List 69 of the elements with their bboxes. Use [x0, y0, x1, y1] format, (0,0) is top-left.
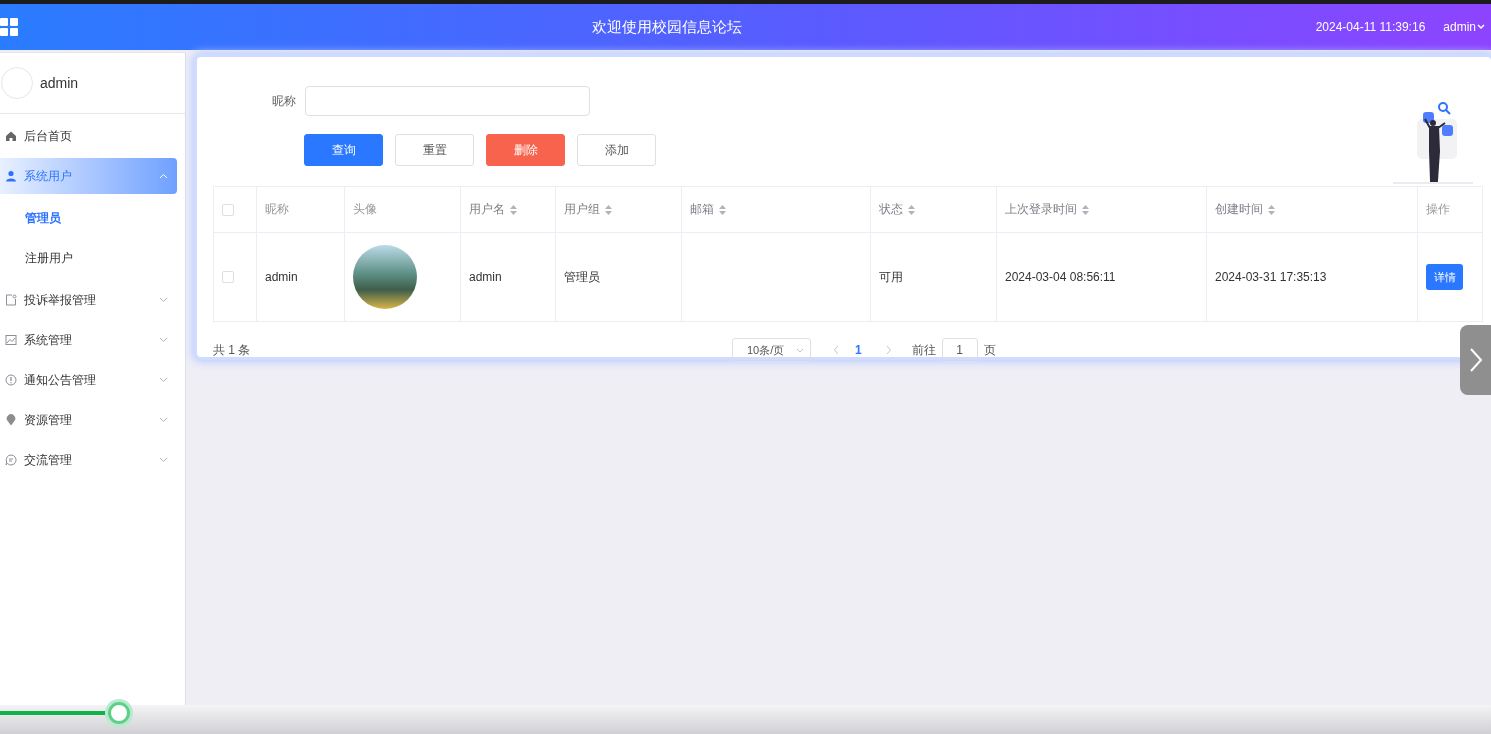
user-menu[interactable]: admin	[1443, 20, 1485, 34]
sort-icon[interactable]	[1268, 204, 1275, 215]
sort-icon[interactable]	[605, 204, 612, 215]
table-cell: 可用	[879, 268, 903, 286]
menu-grid-icon[interactable]	[0, 18, 18, 36]
next-slide-button[interactable]	[1460, 325, 1491, 395]
table-cell: 2024-03-31 17:35:13	[1215, 270, 1327, 284]
action-button[interactable]: 重置	[395, 134, 474, 166]
caret-icon	[1477, 24, 1485, 30]
header-datetime: 2024-04-11 11:39:16	[1315, 20, 1426, 34]
user-icon	[5, 170, 17, 182]
profile-name: admin	[40, 75, 79, 91]
table-cell: 管理员	[564, 268, 600, 286]
sort-icon[interactable]	[719, 204, 726, 215]
column-header[interactable]: 创建时间	[1215, 201, 1263, 218]
column-header[interactable]: 邮箱	[690, 201, 714, 218]
chevron-down-icon	[159, 457, 168, 463]
field-label: 昵称	[272, 92, 296, 110]
page-number[interactable]: 1	[855, 343, 862, 357]
chevron-down-icon	[159, 297, 168, 303]
column-header[interactable]: 状态	[879, 201, 903, 218]
sidebar-item[interactable]: 系统用户	[0, 158, 177, 194]
table-cell: 2024-03-04 08:56:11	[1005, 270, 1116, 284]
goto-label: 前往	[911, 341, 936, 359]
alert-icon	[5, 374, 17, 386]
select-all-checkbox[interactable]	[222, 203, 234, 216]
total-count: 共 1 条	[213, 341, 252, 359]
sort-icon[interactable]	[1082, 204, 1089, 215]
submenu-item[interactable]: 管理员	[0, 198, 185, 238]
sidebar-item[interactable]: 资源管理	[0, 402, 177, 438]
delete-button[interactable]: 删除	[486, 134, 565, 166]
table-cell: admin	[469, 270, 502, 284]
sidebar-item[interactable]: 投诉举报管理	[0, 282, 177, 318]
details-button[interactable]: 详情	[1426, 264, 1463, 290]
column-header[interactable]: 用户名	[469, 201, 505, 218]
page-suffix: 页	[983, 341, 996, 359]
sort-icon[interactable]	[510, 204, 517, 215]
pin-icon	[5, 414, 17, 426]
nickname-input[interactable]	[305, 86, 590, 116]
chat-icon	[5, 454, 17, 466]
table-cell: admin	[265, 270, 298, 284]
row-checkbox[interactable]	[222, 271, 234, 283]
chevron-down-icon	[159, 377, 168, 383]
page-input[interactable]: 1	[941, 338, 978, 362]
home-icon	[5, 130, 17, 142]
chevron-right-icon	[1468, 347, 1483, 373]
chevron-down-icon	[159, 337, 168, 343]
column-header: 操作	[1426, 201, 1450, 218]
sort-icon[interactable]	[908, 204, 915, 215]
previous-page-icon[interactable]	[833, 345, 841, 355]
sidebar-item[interactable]: 交流管理	[0, 442, 177, 478]
page-size-select[interactable]: 10条/页	[732, 338, 811, 362]
picture-icon	[5, 334, 17, 346]
column-header: 昵称	[265, 201, 289, 218]
submenu-item[interactable]: 注册用户	[0, 238, 185, 278]
chevron-down-icon	[159, 417, 168, 423]
chevron-down-icon	[796, 347, 804, 353]
sidebar-item[interactable]: 后台首页	[0, 118, 177, 154]
column-header: 头像	[353, 201, 377, 218]
sidebar-item[interactable]: 通知公告管理	[0, 362, 177, 398]
action-button[interactable]: 添加	[577, 134, 656, 166]
chevron-up-icon	[159, 173, 168, 179]
sidebar-item[interactable]: 系统管理	[0, 322, 177, 358]
column-header[interactable]: 上次登录时间	[1005, 201, 1077, 218]
site-title: 欢迎使用校园信息论坛	[590, 17, 743, 37]
progress-handle[interactable]	[108, 702, 131, 724]
document-icon	[5, 294, 17, 306]
column-header[interactable]: 用户组	[564, 201, 600, 218]
search-button[interactable]: 查询	[304, 134, 383, 166]
